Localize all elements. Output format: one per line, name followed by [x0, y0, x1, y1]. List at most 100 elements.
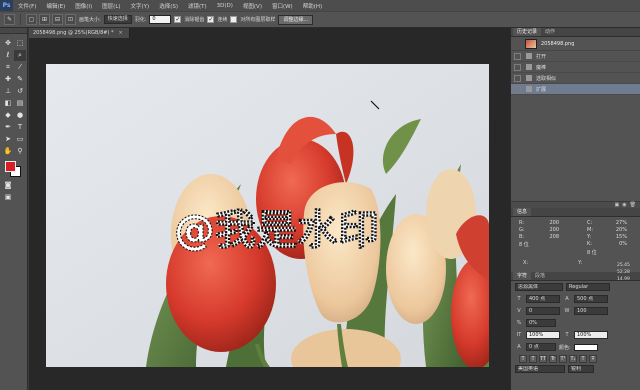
hand-tool-icon[interactable]: ✋ [2, 146, 14, 157]
leading-icon: A [565, 296, 569, 302]
delete-icon[interactable]: 🗑 [630, 202, 636, 208]
snapshot-thumbnail [525, 38, 537, 49]
language-select[interactable]: 美国英语 [515, 365, 565, 373]
contiguous-checkbox[interactable]: ✓ [207, 16, 215, 23]
info-b-label: B: [519, 234, 525, 240]
subtract-selection-icon[interactable]: ⊟ [52, 14, 63, 25]
close-icon[interactable]: × [119, 28, 123, 38]
info-r-label: R: [519, 220, 525, 226]
antialias-checkbox[interactable]: ✓ [174, 16, 182, 23]
small-caps-button[interactable]: Tr [549, 355, 557, 363]
all-caps-button[interactable]: TT [539, 355, 547, 363]
kerning-field[interactable]: 0 [526, 307, 560, 315]
move-tool-icon[interactable]: ✥ [2, 38, 14, 49]
tracking-field[interactable]: 100 [574, 307, 608, 315]
history-source-checkbox[interactable] [514, 74, 521, 82]
menu-select[interactable]: 选择(S) [154, 2, 183, 10]
tab-info[interactable]: 信息 [513, 208, 532, 216]
refine-edge-button[interactable]: 调整边缘... [278, 14, 314, 25]
baseline-shift-field[interactable]: 0 点 [526, 343, 556, 351]
antialias-mode-select[interactable]: 锐利 [568, 365, 594, 373]
intersect-selection-icon[interactable]: ⊡ [65, 14, 76, 25]
tab-paragraph[interactable]: 段落 [531, 272, 549, 280]
canvas[interactable]: @我是水印 [46, 64, 489, 367]
menu-edit[interactable]: 编辑(E) [41, 2, 70, 10]
add-to-selection-icon[interactable]: ⊞ [39, 14, 50, 25]
new-document-from-state-icon[interactable]: ▣ [615, 202, 620, 208]
faux-italic-button[interactable]: T [529, 355, 537, 363]
tab-history[interactable]: 历史记录 [513, 28, 542, 36]
vertical-scale-field[interactable]: 100% [526, 331, 560, 339]
antialias-label: 消除锯齿 [184, 17, 205, 23]
history-source-checkbox[interactable] [514, 63, 521, 71]
info-x-label: X: [523, 260, 529, 266]
new-snapshot-icon[interactable]: ◉ [622, 202, 626, 208]
font-size-field[interactable]: 400 点 [526, 295, 560, 303]
menu-view[interactable]: 视图(V) [238, 2, 267, 10]
menu-help[interactable]: 帮助(H) [298, 2, 327, 10]
underline-button[interactable]: T [579, 355, 587, 363]
menu-filter[interactable]: 滤镜(T) [183, 2, 212, 10]
menu-window[interactable]: 窗口(W) [267, 2, 298, 10]
history-item[interactable]: 打开 [511, 51, 640, 62]
tsume-field[interactable]: 0% [526, 319, 556, 327]
dodge-tool-icon[interactable]: ● [14, 110, 26, 121]
text-color-swatch[interactable] [573, 343, 598, 351]
font-family-select[interactable]: 思源黑体 [515, 283, 563, 291]
subscript-button[interactable]: T₁ [569, 355, 577, 363]
path-selection-icon[interactable]: ➤ [2, 134, 14, 145]
shape-tool-icon[interactable]: ▭ [14, 134, 26, 145]
info-readout: R: 200 C: 27% G: 200 M: 20% B: 208 Y: 15… [511, 217, 640, 256]
superscript-button[interactable]: T¹ [559, 355, 567, 363]
menu-image[interactable]: 图像(I) [70, 2, 97, 10]
menu-type[interactable]: 文字(Y) [126, 2, 155, 10]
foreground-color-swatch[interactable] [5, 161, 16, 172]
menu-file[interactable]: 文件(F) [13, 2, 41, 10]
history-snapshot[interactable]: 2058498.png [511, 37, 640, 51]
lasso-tool-icon[interactable]: ℓ [2, 50, 14, 61]
menu-3d[interactable]: 3D(D) [212, 3, 238, 9]
strikethrough-button[interactable]: Ŧ [589, 355, 597, 363]
blur-tool-icon[interactable]: ◆ [2, 110, 14, 121]
gradient-tool-icon[interactable]: ▤ [14, 98, 26, 109]
tab-actions[interactable]: 动作 [541, 28, 559, 36]
eraser-tool-icon[interactable]: ◧ [2, 98, 14, 109]
document-tab[interactable]: 2058498.png @ 25%(RGB/8#) * × [29, 28, 130, 38]
history-item[interactable]: 选取相似 [511, 73, 640, 84]
brush-tool-icon[interactable]: ✎ [14, 74, 26, 85]
menu-layer[interactable]: 图层(L) [97, 2, 125, 10]
sample-all-layers-checkbox[interactable] [230, 16, 238, 23]
tool-preset-picker[interactable]: ✎ [4, 14, 15, 25]
horizontal-scale-field[interactable]: 100% [574, 331, 608, 339]
toolbox-grip[interactable] [0, 28, 27, 34]
leading-field[interactable]: 500 点 [574, 295, 608, 303]
quick-selection-tool-icon[interactable]: ⌕ [14, 50, 26, 61]
history-source-checkbox[interactable] [514, 85, 521, 93]
pen-tool-icon[interactable]: ✒ [2, 122, 14, 133]
crop-tool-icon[interactable]: ⌗ [2, 62, 14, 73]
clone-stamp-icon[interactable]: ⊥ [2, 86, 14, 97]
font-style-select[interactable]: Regular [566, 283, 610, 291]
history-brush-icon[interactable]: ↺ [14, 86, 26, 97]
document-area: 2058498.png @ 25%(RGB/8#) * × @我是水印 [29, 28, 510, 390]
quick-mask-icon[interactable]: ◙ [2, 180, 14, 191]
history-item-selected[interactable]: 扩展 [511, 84, 640, 95]
tab-character[interactable]: 字符 [513, 272, 532, 280]
screen-mode-icon[interactable]: ▣ [2, 192, 14, 203]
feather-input[interactable]: 0 [149, 15, 172, 24]
faux-bold-button[interactable]: T [519, 355, 527, 363]
info-c-label: C: [587, 220, 593, 226]
readout-value: 52.28 [617, 270, 630, 275]
brush-mode-select[interactable]: 快速选择 [103, 15, 132, 24]
zoom-tool-icon[interactable]: ⚲ [14, 146, 26, 157]
eyedropper-tool-icon[interactable]: ⁄ [14, 62, 26, 73]
history-item[interactable]: 魔棒 [511, 62, 640, 73]
type-tool-icon[interactable]: T [14, 122, 26, 133]
marquee-tool-icon[interactable]: ⬚ [14, 38, 26, 49]
tsume-icon: % [516, 320, 522, 326]
scale-field-row: IT 100% T 100% [511, 329, 640, 341]
info-r-value: 200 [549, 220, 559, 226]
healing-brush-icon[interactable]: ✚ [2, 74, 14, 85]
new-selection-icon[interactable]: ▢ [26, 14, 37, 25]
history-source-checkbox[interactable] [514, 52, 521, 60]
